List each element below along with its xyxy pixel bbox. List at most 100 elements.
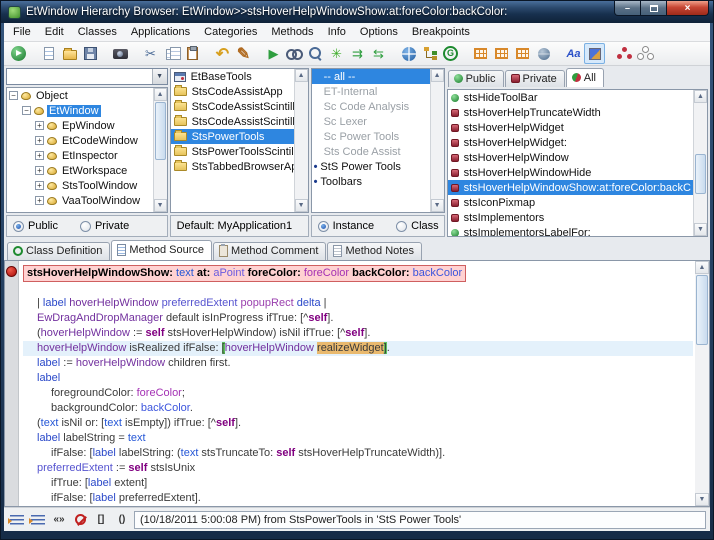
brackets-icon[interactable]: [] [92, 511, 110, 529]
class-filter-combobox[interactable]: ▼ [6, 68, 168, 85]
menu-edit[interactable]: Edit [38, 24, 71, 40]
application-item-etbasetools[interactable]: EtBaseTools [171, 69, 294, 84]
scrollbar-thumb[interactable] [155, 102, 166, 160]
category-item-sc-power-tools[interactable]: Sc Power Tools [312, 129, 430, 144]
class-tree-scrollbar[interactable]: ▲ ▼ [153, 88, 167, 212]
run-button-icon[interactable] [8, 43, 29, 64]
title-bar[interactable]: EtWindow Hierarchy Browser: EtWindow>>st… [1, 1, 714, 23]
method-item-stshoverhelpwindowhide[interactable]: stsHoverHelpWindowHide [448, 165, 693, 180]
copy-icon[interactable] [161, 43, 182, 64]
scroll-up-icon[interactable]: ▲ [431, 69, 444, 82]
scrollbar-thumb[interactable] [695, 154, 706, 194]
tree-item-object[interactable]: −Object [7, 88, 153, 103]
menu-methods[interactable]: Methods [264, 24, 320, 40]
font-icon[interactable]: Aa [563, 43, 584, 64]
scroll-down-icon[interactable]: ▼ [295, 199, 308, 212]
tree-item-etcodewindow[interactable]: +EtCodeWindow [7, 133, 153, 148]
tree-item-etwindow[interactable]: −EtWindow [7, 103, 153, 118]
save-icon[interactable] [80, 43, 101, 64]
method-item-stsiconpixmap[interactable]: stsIconPixmap [448, 195, 693, 210]
expand-icon[interactable]: + [35, 181, 44, 190]
scroll-up-icon[interactable]: ▲ [694, 90, 707, 103]
scrollbar-thumb[interactable] [696, 275, 708, 345]
indent-decrease-icon[interactable] [8, 511, 26, 529]
application-item-stspowertoolsscintilla[interactable]: StsPowerToolsScintilla [171, 144, 294, 159]
class-tree[interactable]: −Object−EtWindow+EpWindow+EtCodeWindow+E… [6, 87, 168, 213]
method-item-stsimplementors[interactable]: stsImplementors [448, 210, 693, 225]
tree-item-ststoolwindow[interactable]: +StsToolWindow [7, 178, 153, 193]
new-document-icon[interactable] [38, 43, 59, 64]
scroll-up-icon[interactable]: ▲ [295, 69, 308, 82]
expand-icon[interactable]: + [35, 151, 44, 160]
guillemets-icon[interactable]: «» [50, 511, 68, 529]
maximize-button[interactable] [641, 1, 667, 16]
highlight-colors-icon[interactable] [584, 43, 605, 64]
applications-list[interactable]: EtBaseToolsStsCodeAssistAppStsCodeAssist… [170, 68, 309, 213]
hierarchy-icon[interactable] [419, 43, 440, 64]
scroll-down-icon[interactable]: ▼ [431, 199, 444, 212]
scroll-down-icon[interactable]: ▼ [154, 199, 167, 212]
expand-icon[interactable]: + [35, 196, 44, 205]
table-add-icon[interactable] [470, 43, 491, 64]
collapse-icon[interactable]: − [22, 106, 31, 115]
close-button[interactable]: × [667, 1, 709, 16]
world-icon[interactable] [533, 43, 554, 64]
minimize-button[interactable]: – [614, 1, 641, 16]
menu-info[interactable]: Info [321, 24, 353, 40]
method-item-stshoverhelpwidget[interactable]: stsHoverHelpWidget [448, 120, 693, 135]
tab-all[interactable]: All [566, 68, 604, 87]
category-item-sc-lexer[interactable]: Sc Lexer [312, 114, 430, 129]
categories-list[interactable]: -- all --ET-InternalSc Code AnalysisSc L… [311, 68, 445, 213]
implementors-icon[interactable] [635, 43, 656, 64]
categories-scrollbar[interactable]: ▲ ▼ [430, 69, 444, 212]
indent-increase-icon[interactable] [29, 511, 47, 529]
expand-icon[interactable]: + [35, 121, 44, 130]
run-selection-icon[interactable]: ▶ [263, 43, 284, 64]
paste-icon[interactable] [182, 43, 203, 64]
tab-method-source[interactable]: Method Source [111, 240, 212, 260]
breakpoint-gutter[interactable] [5, 261, 19, 506]
menu-classes[interactable]: Classes [71, 24, 124, 40]
screenshot-icon[interactable] [110, 43, 131, 64]
scroll-down-icon[interactable]: ▼ [694, 223, 707, 236]
expand-icon[interactable]: + [35, 136, 44, 145]
tab-method-comment[interactable]: Method Comment [213, 242, 326, 260]
method-source-text[interactable]: stsHoverHelpWindowShow: text at: aPoint … [19, 261, 695, 506]
senders-icon[interactable] [614, 43, 635, 64]
no-sts-icon[interactable] [71, 511, 89, 529]
method-item-stshoverhelpwindow[interactable]: stsHoverHelpWindow [448, 150, 693, 165]
tab-method-notes[interactable]: Method Notes [327, 242, 421, 260]
radio-public[interactable]: Public [13, 220, 76, 232]
application-item-ststabbedbrowserapp[interactable]: StsTabbedBrowserApp [171, 159, 294, 174]
tree-item-epwindow[interactable]: +EpWindow [7, 118, 153, 133]
menu-options[interactable]: Options [353, 24, 405, 40]
breakpoint-icon[interactable] [6, 266, 17, 277]
table-key-icon[interactable] [491, 43, 512, 64]
method-item-stshidetoolbar[interactable]: stsHideToolBar [448, 90, 693, 105]
scroll-up-icon[interactable]: ▲ [695, 261, 709, 274]
methods-list[interactable]: stsHideToolBarstsHoverHelpTruncateWidths… [447, 89, 708, 237]
undo-icon[interactable]: ↶ [212, 43, 233, 64]
table-grid-icon[interactable] [512, 43, 533, 64]
method-item-stshoverhelptruncatewidth[interactable]: stsHoverHelpTruncateWidth [448, 105, 693, 120]
scroll-up-icon[interactable]: ▲ [154, 88, 167, 101]
tab-private[interactable]: Private [505, 70, 565, 87]
application-item-stspowertools[interactable]: StsPowerTools [171, 129, 294, 144]
category-item-sts-power-tools[interactable]: •StS Power Tools [312, 159, 430, 174]
step-connect-icon[interactable]: ⇉ [347, 43, 368, 64]
category-item-et-internal[interactable]: ET-Internal [312, 84, 430, 99]
application-item-stscodeassistapp[interactable]: StsCodeAssistApp [171, 84, 294, 99]
tree-item-vaatoolwindow[interactable]: +VaaToolWindow [7, 193, 153, 208]
collapse-icon[interactable]: − [9, 91, 18, 100]
step-branch-icon[interactable]: ⇆ [368, 43, 389, 64]
chevron-down-icon[interactable]: ▼ [152, 69, 167, 84]
menu-applications[interactable]: Applications [124, 24, 197, 40]
code-scrollbar[interactable]: ▲ ▼ [695, 261, 709, 506]
method-item-stshoverhelpwidget[interactable]: stsHoverHelpWidget: [448, 135, 693, 150]
category-item-sts-code-assist[interactable]: Sts Code Assist [312, 144, 430, 159]
category-item-all[interactable]: -- all -- [312, 69, 430, 84]
category-item-toolbars[interactable]: •Toolbars [312, 174, 430, 189]
menu-categories[interactable]: Categories [197, 24, 264, 40]
methods-scrollbar[interactable]: ▲ ▼ [693, 90, 707, 236]
radio-private[interactable]: Private [80, 220, 147, 232]
